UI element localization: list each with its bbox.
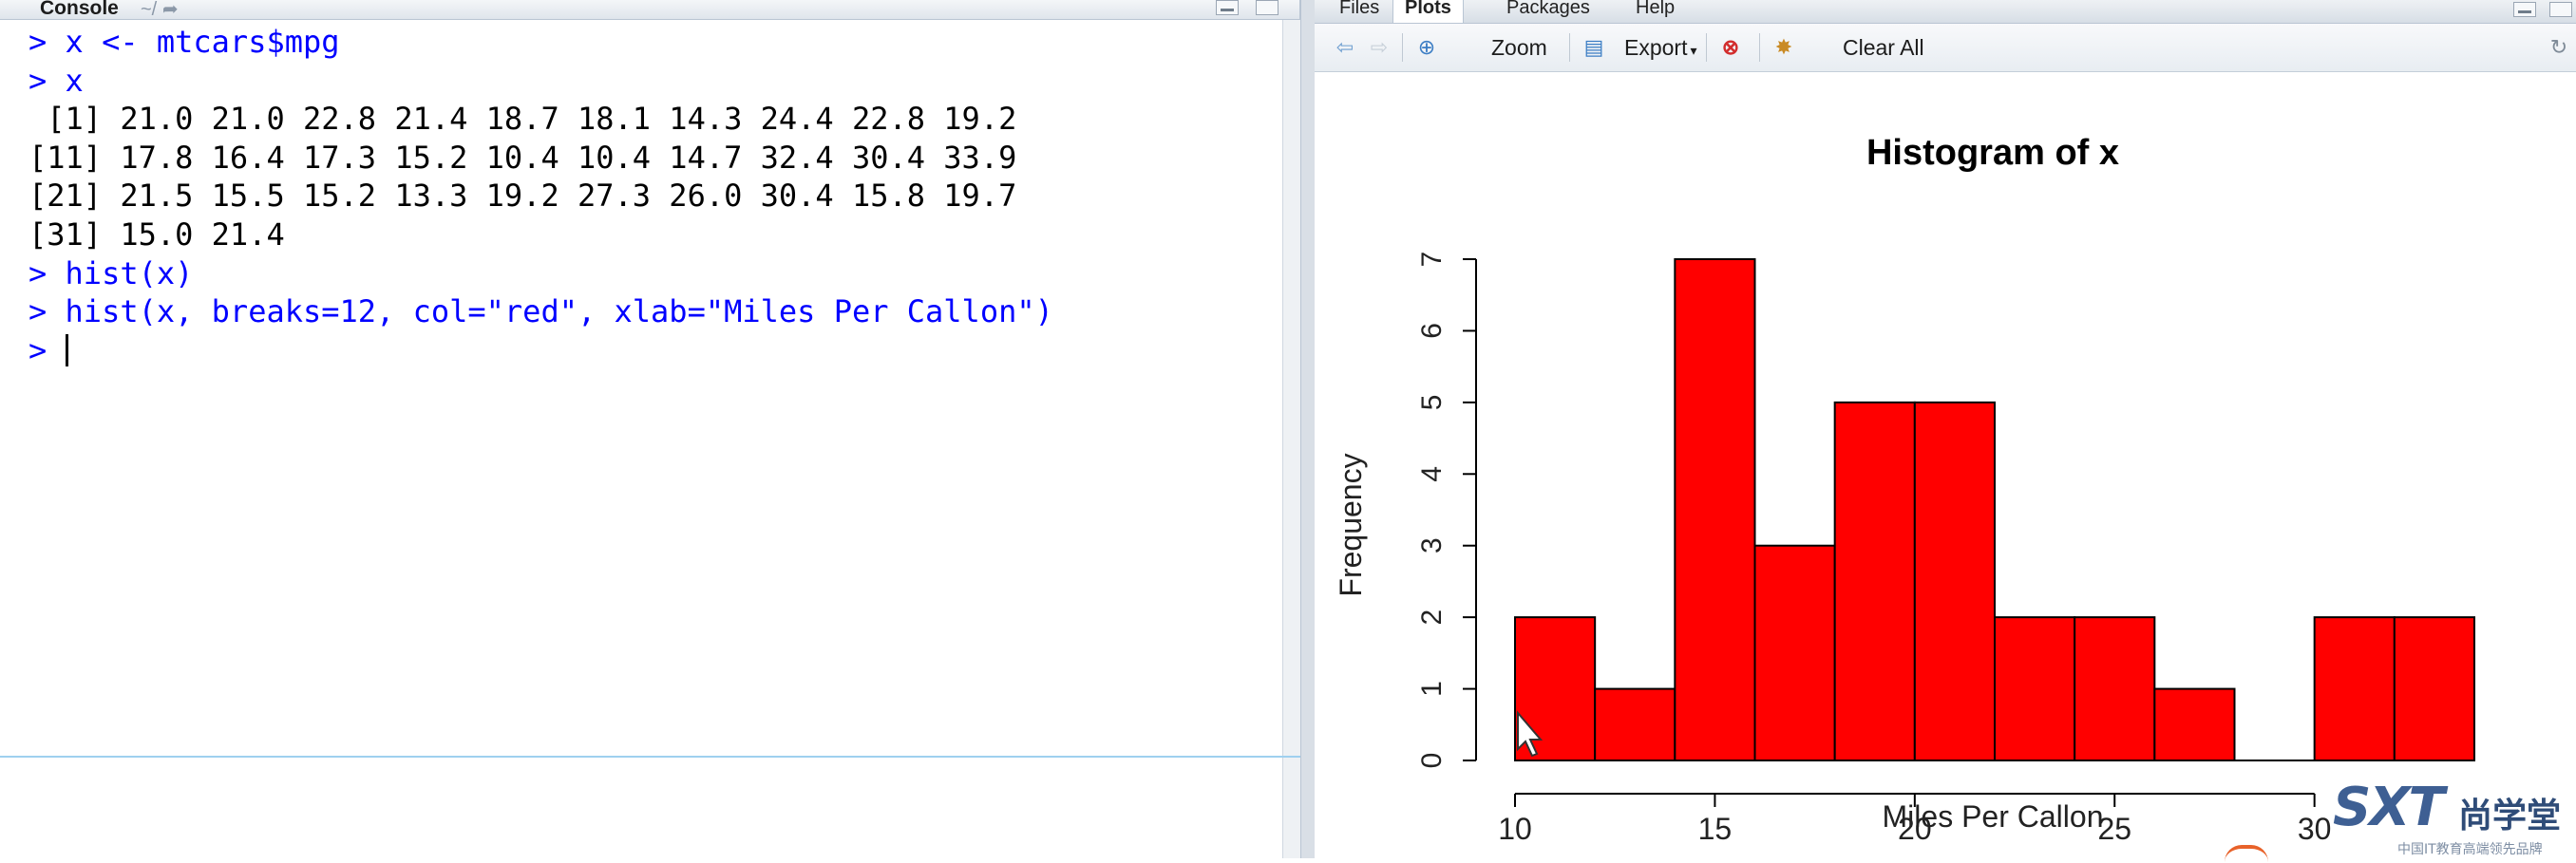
tab-files[interactable]: Files	[1328, 0, 1391, 23]
console-input-line[interactable]: >	[28, 331, 1053, 370]
histogram-chart: 10 15 20 25 3001234567 Histogram of x Miles …	[1334, 133, 2476, 846]
console-path[interactable]: ~/ ➦	[141, 0, 179, 21]
histogram-bar	[1674, 258, 1756, 761]
maximize-button[interactable]	[1256, 0, 1279, 15]
console-command-line: > hist(x, breaks=12, col="red", xlab="Mi…	[28, 292, 1053, 331]
watermark-sxt: SXT	[2333, 777, 2445, 838]
export-button[interactable]: Export ▾	[1624, 33, 1697, 62]
console-header: Console ~/ ➦	[0, 0, 1299, 20]
chart-title: Histogram of x	[1866, 133, 2119, 173]
plots-tabbar: Files Plots Packages Help	[1315, 0, 2576, 24]
toolbar-separator	[1569, 33, 1570, 62]
zoom-button[interactable]: Zoom	[1491, 33, 1547, 62]
console-scrollbar[interactable]	[1282, 20, 1300, 858]
broom-icon[interactable]: ✸	[1771, 35, 1797, 60]
tab-help[interactable]: Help	[1624, 0, 1686, 23]
toolbar-separator	[1759, 33, 1760, 62]
refresh-icon[interactable]: ↻	[2546, 35, 2572, 60]
watermark-logo: SXT 尚学堂 中国IT教育高端领先品牌	[2327, 777, 2576, 858]
console-output-line: [31] 15.0 21.4	[28, 216, 1053, 254]
export-icon[interactable]: ▤	[1581, 35, 1607, 60]
console-command-text: x	[65, 62, 84, 99]
y-tick-label: 4	[1416, 466, 1448, 482]
histogram-bar	[2313, 616, 2396, 762]
histogram-bar	[2153, 687, 2236, 761]
back-arrow-icon[interactable]: ⇦	[1332, 35, 1358, 60]
console-prompt: >	[28, 62, 66, 99]
y-tick-label: 6	[1416, 323, 1448, 339]
console-command-line: > hist(x)	[28, 254, 1053, 293]
histogram-bar	[1594, 687, 1676, 761]
plots-minimize-button[interactable]	[2513, 2, 2536, 17]
x-tick-label: 15	[1698, 812, 1733, 846]
console-output-text: [11] 17.8 16.4 17.3 15.2 10.4 10.4 14.7 …	[28, 139, 1017, 176]
tab-plots[interactable]: Plots	[1392, 0, 1464, 23]
console-prompt: >	[28, 254, 66, 291]
zoom-icon[interactable]: ⊕	[1413, 35, 1440, 60]
console-title: Console	[40, 0, 119, 19]
histogram-bar	[1833, 401, 1916, 761]
histogram-bar	[2393, 616, 2476, 762]
remove-plot-icon[interactable]: ⊗	[1717, 35, 1744, 60]
y-tick-label: 2	[1416, 610, 1448, 626]
console-prompt: >	[28, 24, 66, 60]
minimize-button[interactable]	[1216, 0, 1239, 15]
console-output-line: [1] 21.0 21.0 22.8 21.4 18.7 18.1 14.3 2…	[28, 100, 1053, 139]
histogram-bar	[2074, 616, 2156, 762]
console-output-text: [1] 21.0 21.0 22.8 21.4 18.7 18.1 14.3 2…	[28, 101, 1017, 138]
plot-viewer: 10 15 20 25 30 0 1 2 3 4 5 6 7 Histogram of x Miles …	[1315, 72, 2576, 858]
histogram-bar	[1994, 616, 2076, 762]
console-gutter	[0, 20, 17, 858]
console-prompt: >	[28, 293, 66, 330]
console-command-line: > x	[28, 62, 1053, 101]
plots-maximize-button[interactable]	[2549, 2, 2572, 17]
console-output-line: [11] 17.8 16.4 17.3 15.2 10.4 10.4 14.7 …	[28, 139, 1053, 178]
y-axis-label: Frequency	[1334, 453, 1368, 596]
histogram-bar	[1753, 544, 1836, 762]
dropdown-arrow-icon: ▾	[1690, 43, 1697, 58]
y-tick-label: 0	[1416, 753, 1448, 769]
y-tick-label: 3	[1416, 537, 1448, 553]
console-command-text: hist(x)	[65, 254, 194, 291]
watermark-brand: 尚学堂	[2458, 797, 2562, 835]
text-cursor	[65, 333, 68, 366]
console-command-text: hist(x, breaks=12, col="red", xlab="Mile…	[65, 293, 1053, 330]
console-pane: Console ~/ ➦ > x <- mtcars$mpg > x [1] 21…	[0, 0, 1300, 858]
pane-splitter[interactable]	[1300, 0, 1316, 858]
tab-packages[interactable]: Packages	[1495, 0, 1601, 23]
forward-arrow-icon[interactable]: ⇨	[1366, 35, 1392, 60]
console-command-line: > x <- mtcars$mpg	[28, 23, 1053, 62]
clear-all-button[interactable]: Clear All	[1843, 33, 1924, 62]
console-output-text: [21] 21.5 15.5 15.2 13.3 19.2 27.3 26.0 …	[28, 178, 1017, 215]
plots-toolbar: ⇦ ⇨ ⊕ Zoom ▤ Export ▾ ⊗ ✸ Clear All ↻	[1315, 24, 2576, 72]
histogram-bar	[1913, 401, 1996, 761]
x-axis-label: Miles Per Callon	[1883, 799, 2104, 834]
console-command-text: x <- mtcars$mpg	[65, 24, 340, 60]
toolbar-separator	[1402, 33, 1403, 62]
toolbar-separator	[1706, 33, 1707, 62]
go-to-directory-icon[interactable]: ➦	[162, 0, 179, 20]
y-tick-label: 5	[1416, 395, 1448, 411]
watermark-slogan: 中国IT教育高端领先品牌	[2397, 842, 2543, 857]
console-output[interactable]: > x <- mtcars$mpg > x [1] 21.0 21.0 22.8 …	[28, 23, 1053, 369]
overlay-divider-line	[0, 756, 1373, 758]
console-output-text: [31] 15.0 21.4	[28, 216, 285, 253]
y-tick-label: 1	[1416, 681, 1448, 697]
y-tick-label: 7	[1416, 252, 1448, 268]
console-prompt: >	[28, 331, 66, 368]
x-tick-label: 10	[1498, 812, 1532, 846]
console-output-line: [21] 21.5 15.5 15.2 13.3 19.2 27.3 26.0 …	[28, 177, 1053, 216]
plots-pane: Files Plots Packages Help ⇦ ⇨ ⊕ Zoom ▤ E…	[1315, 0, 2576, 858]
